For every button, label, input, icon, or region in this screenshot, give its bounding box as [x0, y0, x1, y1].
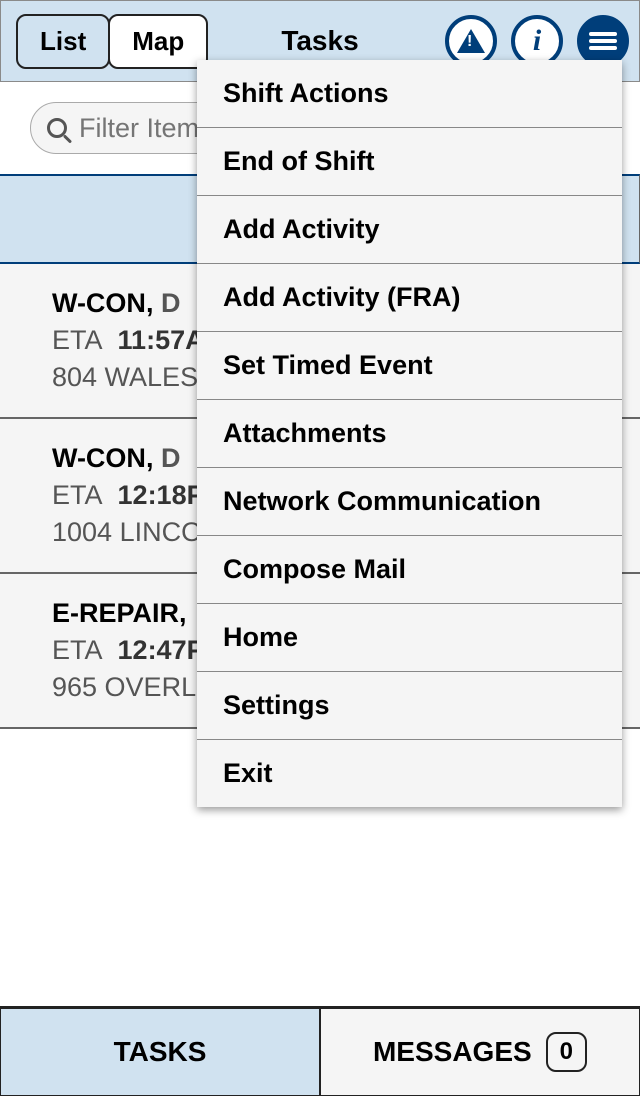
menu-item-settings[interactable]: Settings — [197, 672, 622, 740]
menu-item-set-timed-event[interactable]: Set Timed Event — [197, 332, 622, 400]
menu-item-compose-mail[interactable]: Compose Mail — [197, 536, 622, 604]
bottom-tab-messages[interactable]: MESSAGES 0 — [320, 1008, 640, 1096]
page-title: Tasks — [281, 25, 358, 57]
menu-item-add-activity[interactable]: Add Activity — [197, 196, 622, 264]
alert-icon — [457, 29, 485, 53]
menu-item-add-activity-fra[interactable]: Add Activity (FRA) — [197, 264, 622, 332]
view-tab-group: List Map — [16, 14, 206, 69]
dropdown-menu: Shift Actions End of Shift Add Activity … — [197, 60, 622, 807]
tab-list[interactable]: List — [16, 14, 110, 69]
menu-item-network-communication[interactable]: Network Communication — [197, 468, 622, 536]
hamburger-icon — [589, 29, 617, 53]
menu-item-exit[interactable]: Exit — [197, 740, 622, 807]
menu-item-end-of-shift[interactable]: End of Shift — [197, 128, 622, 196]
menu-item-attachments[interactable]: Attachments — [197, 400, 622, 468]
search-icon — [47, 118, 67, 138]
tab-map[interactable]: Map — [108, 14, 208, 69]
menu-item-shift-actions[interactable]: Shift Actions — [197, 60, 622, 128]
bottom-nav: TASKS MESSAGES 0 — [0, 1006, 640, 1096]
info-icon: i — [533, 24, 541, 58]
bottom-tab-tasks[interactable]: TASKS — [0, 1008, 320, 1096]
menu-item-home[interactable]: Home — [197, 604, 622, 672]
messages-count-badge: 0 — [546, 1032, 587, 1072]
messages-label: MESSAGES — [373, 1036, 532, 1068]
